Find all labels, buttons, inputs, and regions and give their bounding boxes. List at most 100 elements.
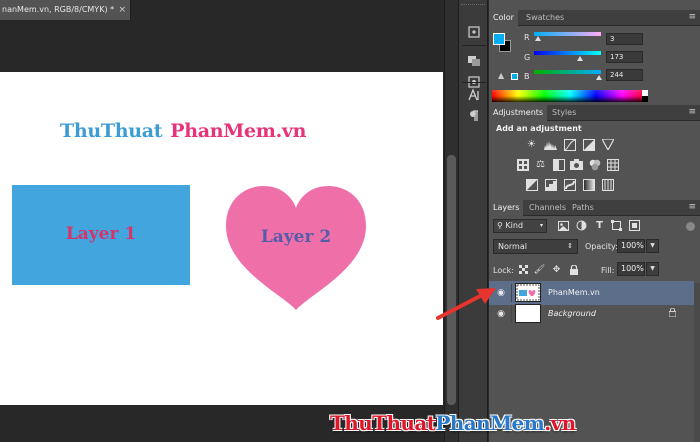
layer-thumbnail[interactable] (515, 304, 541, 323)
tab-paths[interactable]: Paths (568, 200, 598, 216)
lock-all-icon[interactable] (568, 264, 579, 275)
red-arrow-annotation (436, 288, 496, 320)
filter-shape-icon[interactable] (610, 219, 623, 232)
close-tab-icon[interactable]: × (118, 0, 126, 20)
layer2-label: Layer 2 (260, 227, 332, 247)
layer-name-background[interactable]: Background (548, 309, 596, 318)
fill-input[interactable]: 100% (617, 262, 645, 276)
watermark-part1: ThuThuat (330, 411, 436, 435)
blue-slider-handle[interactable] (596, 75, 602, 80)
lock-position-icon[interactable]: ✥ (551, 264, 562, 275)
document-tab[interactable]: nanMem.vn, RGB/8/CMYK) * × (0, 0, 131, 20)
layer1-rectangle[interactable]: Layer 1 (12, 185, 190, 285)
canvas-vertical-scrollbar[interactable] (444, 0, 458, 442)
filter-type-icon[interactable]: T (593, 219, 606, 232)
panel-dock-strip (458, 0, 488, 442)
curves-icon[interactable] (563, 138, 576, 151)
filter-pixel-icon[interactable] (557, 219, 570, 232)
canvas-logo-text: ThuThuat PhanMem.vn (60, 120, 306, 142)
exposure-icon[interactable] (582, 138, 595, 151)
posterize-icon[interactable] (544, 178, 557, 191)
threshold-icon[interactable] (563, 178, 576, 191)
gamut-color-swatch[interactable] (511, 73, 518, 80)
watermark-logo: ThuThuatPhanMem.vn (330, 411, 576, 435)
watermark-part3: .vn (544, 411, 576, 435)
layer-thumbnail[interactable] (515, 283, 541, 302)
logo-part-thuthuat: ThuThuat (60, 120, 163, 142)
blue-value-input[interactable]: 244 (606, 69, 643, 81)
lock-label: Lock: (493, 266, 514, 275)
adjustments-panel-header: Adjustments Styles ≡ (489, 105, 700, 121)
column-divider (511, 305, 512, 323)
opacity-dropdown-icon[interactable]: ▼ (646, 239, 659, 253)
dock-separator (462, 82, 486, 83)
channel-mixer-icon[interactable] (588, 158, 601, 171)
layer-name-phanmem[interactable]: PhanMem.vn (548, 288, 600, 297)
filter-adjustment-icon[interactable] (575, 219, 588, 232)
blend-mode-value: Normal (498, 242, 527, 251)
spectrum-black-white[interactable] (642, 90, 648, 102)
history-icon[interactable] (464, 22, 484, 42)
gradient-triangle-icon[interactable] (601, 138, 614, 151)
invert-icon[interactable] (525, 178, 538, 191)
channel-label-b: B (524, 72, 530, 81)
opacity-input[interactable]: 100% (617, 239, 645, 253)
green-slider-handle[interactable] (577, 56, 583, 61)
layer-row-background[interactable]: ◉ Background (489, 302, 694, 326)
canvas-area: ThuThuat PhanMem.vn Layer 1 Layer 2 (0, 20, 444, 442)
vibrance-icon[interactable] (516, 158, 529, 171)
actions-icon[interactable] (464, 50, 484, 70)
layer-lock-icon (668, 307, 677, 320)
tab-swatches[interactable]: Swatches (522, 10, 568, 26)
balance-icon[interactable]: ⚖ (534, 158, 547, 171)
search-icon: ⚲ (497, 221, 503, 230)
lock-transparent-pixels-icon[interactable] (518, 264, 529, 275)
blend-mode-select[interactable]: Normal ⇕ (493, 239, 578, 254)
panel-menu-icon[interactable]: ≡ (688, 202, 696, 212)
red-value-input[interactable]: 3 (606, 33, 643, 45)
blue-slider-track[interactable] (534, 70, 601, 74)
fill-dropdown-icon[interactable]: ▼ (646, 262, 659, 276)
layer-filter-kind-select[interactable]: ⚲ Kind ▾ (493, 219, 547, 233)
layers-panel-header: Layers Channels Paths ≡ (489, 200, 700, 216)
tab-color[interactable]: Color (489, 10, 518, 26)
filter-toggle-switch[interactable] (686, 222, 695, 231)
watermark-part2: PhanMem (435, 411, 545, 435)
lock-image-pixels-icon[interactable]: 🖌 (534, 264, 545, 275)
filter-smart-object-icon[interactable] (628, 219, 641, 232)
gradient-map-icon[interactable] (582, 178, 595, 191)
tab-layers[interactable]: Layers (489, 200, 524, 216)
tab-styles[interactable]: Styles (548, 105, 580, 121)
document-tab-title: nanMem.vn, RGB/8/CMYK) * (2, 5, 115, 14)
right-panels: Color Swatches ≡ R 3 G 173 ▲ B 244 Adjus… (489, 0, 700, 442)
tab-channels[interactable]: Channels (525, 200, 570, 216)
red-slider-handle[interactable] (535, 36, 541, 41)
brightness-contrast-icon[interactable]: ☀ (525, 138, 538, 151)
layer2-heart-shape[interactable] (222, 182, 370, 312)
layers-scrollbar[interactable] (694, 283, 700, 442)
panel-menu-icon[interactable]: ≡ (688, 12, 696, 22)
red-slider-track[interactable] (534, 32, 601, 36)
green-slider-track[interactable] (534, 51, 601, 55)
levels-icon[interactable] (544, 138, 557, 151)
kind-label: Kind (505, 221, 524, 230)
logo-part-phanmem: PhanMem.vn (170, 120, 307, 142)
dock-grip[interactable] (461, 4, 485, 7)
paragraph-icon[interactable] (464, 106, 484, 126)
foreground-color-swatch[interactable] (493, 33, 505, 45)
camera-filter-icon[interactable] (570, 158, 583, 171)
opacity-label: Opacity: (585, 242, 618, 251)
black-white-icon[interactable] (552, 158, 565, 171)
out-of-gamut-warning-icon[interactable]: ▲ (498, 71, 504, 80)
tab-adjustments[interactable]: Adjustments (489, 105, 548, 121)
color-lookup-icon[interactable] (606, 158, 619, 171)
column-divider (511, 284, 512, 302)
green-value-input[interactable]: 173 (606, 51, 643, 63)
panel-menu-icon[interactable]: ≡ (688, 107, 696, 117)
selective-color-icon[interactable] (601, 178, 614, 191)
stepper-icon: ⇕ (567, 242, 573, 250)
document-canvas[interactable]: ThuThuat PhanMem.vn Layer 1 Layer 2 (0, 72, 443, 405)
color-panel-header: Color Swatches ≡ (489, 10, 700, 26)
character-icon[interactable] (464, 85, 484, 105)
fill-label: Fill: (601, 266, 615, 275)
